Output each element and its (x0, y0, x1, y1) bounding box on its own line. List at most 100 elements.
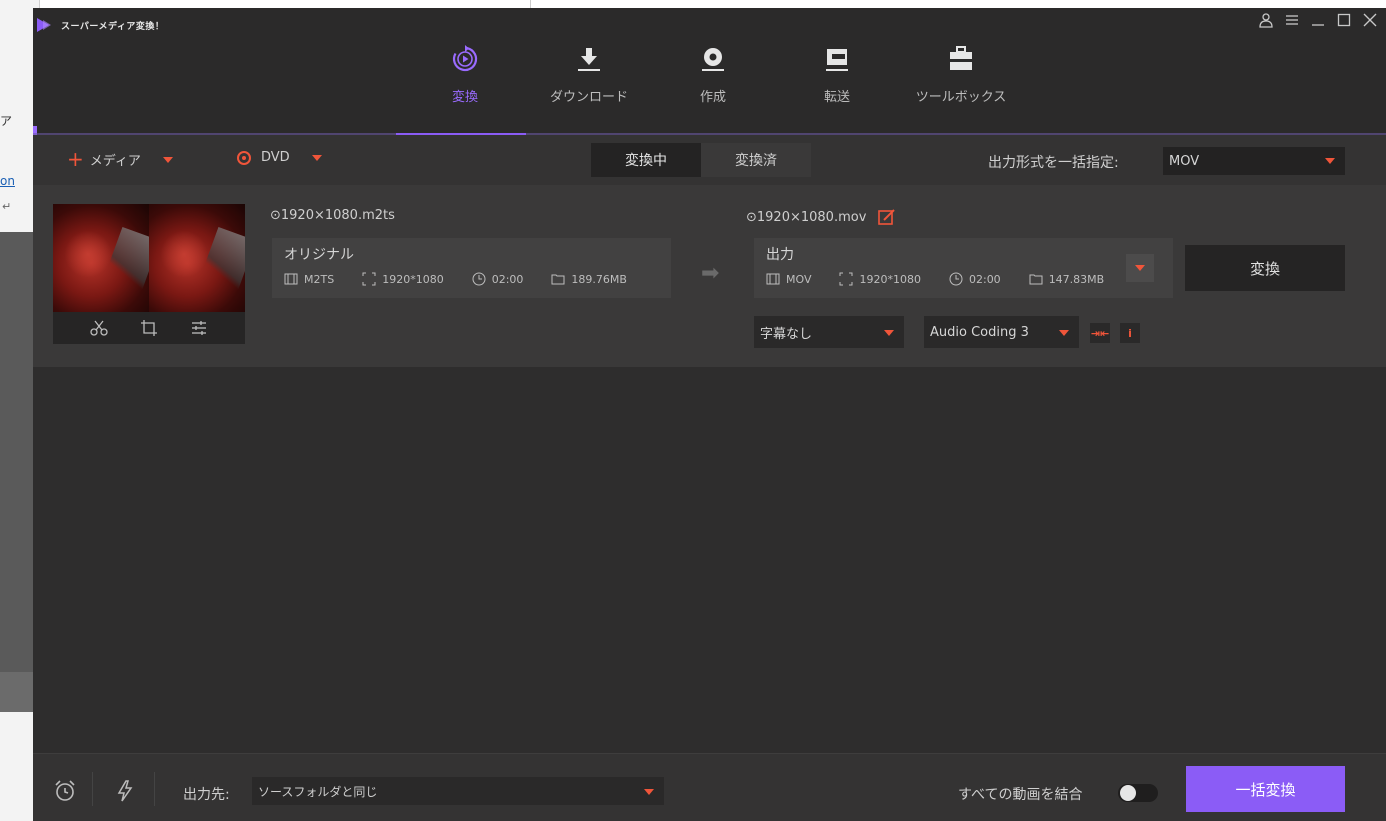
chevron-down-icon (1059, 330, 1069, 336)
subtitle-select[interactable]: 字幕なし (754, 316, 904, 348)
source-size: 189.76MB (551, 272, 627, 286)
output-filename-text: ⊙1920×1080.mov (746, 209, 867, 225)
app-window: スーパーメディア変換！ 変換 ダウンロード 作成 転送 ツールボックス + メデ… (33, 8, 1386, 821)
chevron-down-icon (644, 789, 654, 795)
info-icon[interactable]: i (1120, 323, 1140, 343)
tab-burn[interactable]: 作成 (651, 42, 775, 132)
batch-convert-button[interactable]: 一括変換 (1186, 766, 1345, 812)
lightning-icon[interactable] (113, 779, 137, 803)
background-panel (0, 232, 36, 672)
window-controls (1256, 10, 1380, 30)
output-format: MOV (766, 272, 811, 286)
dvd-button[interactable]: DVD (237, 150, 322, 165)
chevron-down-icon (884, 330, 894, 336)
background-topbar (40, 0, 1386, 8)
background-panel-2 (0, 672, 36, 712)
resolution-icon (839, 272, 853, 286)
film-icon (766, 273, 780, 285)
merge-all-toggle[interactable] (1118, 784, 1158, 802)
output-format-label: 出力形式を一括指定: (988, 155, 1119, 171)
tab-toolbox-label: ツールボックス (915, 90, 1007, 105)
plus-icon: + (67, 147, 84, 171)
tab-download[interactable]: ダウンロード (527, 42, 651, 132)
background-text: ア (0, 114, 13, 128)
tab-transfer[interactable]: 転送 (775, 42, 899, 132)
account-icon[interactable] (1256, 10, 1276, 30)
folder-icon (1029, 274, 1043, 285)
bottom-divider (154, 772, 155, 806)
cut-icon[interactable] (89, 318, 109, 338)
chevron-down-icon (311, 154, 322, 161)
play-logo-icon (37, 18, 51, 32)
tab-burn-label: 作成 (699, 90, 726, 105)
tab-converting[interactable]: 変換中 (591, 143, 701, 177)
maximize-icon[interactable] (1334, 10, 1354, 30)
source-duration: 02:00 (472, 272, 523, 286)
minimize-icon[interactable] (1308, 10, 1328, 30)
audio-track-select[interactable]: Audio Coding 3 (924, 316, 1079, 348)
tab-converted[interactable]: 変換済 (701, 143, 811, 177)
output-format-value: MOV (1169, 153, 1200, 169)
source-size-value: 189.76MB (571, 272, 627, 286)
thumbnail-left (53, 204, 149, 312)
dvd-label: DVD (261, 150, 290, 165)
bottom-divider (92, 772, 93, 806)
effects-icon[interactable] (189, 318, 209, 338)
edit-icon[interactable] (878, 208, 896, 226)
toggle-knob (1120, 785, 1136, 801)
tab-toolbox[interactable]: ツールボックス (899, 42, 1023, 132)
thumbnail-right (149, 204, 245, 312)
resolution-icon (362, 272, 376, 286)
audio-track-value: Audio Coding 3 (930, 324, 1029, 340)
video-thumbnail[interactable] (53, 204, 245, 312)
file-list-empty-area (33, 367, 1386, 753)
output-size-value: 147.83MB (1048, 272, 1105, 286)
add-media-button[interactable]: + メディア (67, 147, 173, 171)
folder-icon (551, 274, 565, 285)
tab-convert[interactable]: 変換 (403, 42, 527, 132)
app-header: スーパーメディア変換！ 変換 ダウンロード 作成 転送 ツールボックス (33, 8, 1386, 136)
output-settings-dropdown[interactable] (1126, 254, 1154, 282)
source-title: オリジナル (284, 247, 354, 263)
output-resolution-value: 1920*1080 (859, 272, 921, 286)
thumbnail-tools (53, 312, 245, 344)
source-filename: ⊙1920×1080.m2ts (270, 208, 395, 223)
chevron-down-icon (1325, 158, 1335, 164)
convert-icon (448, 42, 482, 76)
convert-button[interactable]: 変換 (1185, 245, 1345, 291)
tab-download-label: ダウンロード (549, 90, 628, 105)
source-format-value: M2TS (304, 272, 335, 286)
output-meta: MOV 1920*1080 02:00 147.83MB (766, 272, 1132, 286)
chevron-down-icon (162, 156, 173, 163)
status-tabs: 変換中 変換済 (591, 143, 811, 177)
output-duration-value: 02:00 (968, 272, 1001, 286)
background-divider (530, 0, 531, 8)
tab-transfer-label: 転送 (823, 90, 850, 105)
output-format-select[interactable]: MOV (1163, 147, 1345, 175)
disc-icon (237, 150, 251, 165)
tab-convert-label: 変換 (451, 90, 478, 105)
source-format: M2TS (284, 272, 334, 286)
output-location-select[interactable]: ソースフォルダと同じ (252, 777, 664, 805)
output-info-box: 出力 MOV 1920*1080 02:00 147.83MB (754, 238, 1173, 298)
output-filename: ⊙1920×1080.mov (746, 208, 896, 226)
toolbox-icon (944, 42, 978, 76)
close-icon[interactable] (1360, 10, 1380, 30)
arrow-right-icon: ➡ (701, 261, 720, 286)
merge-all-label: すべての動画を結合 (958, 787, 1083, 803)
burn-icon (696, 42, 730, 76)
bottom-bar: 出力先: ソースフォルダと同じ すべての動画を結合 一括変換 (33, 753, 1386, 821)
output-size: 147.83MB (1029, 272, 1105, 286)
transfer-icon (820, 42, 854, 76)
subtitle-value: 字幕なし (760, 326, 813, 342)
output-title: 出力 (766, 247, 794, 263)
menu-icon[interactable] (1282, 10, 1302, 30)
output-location-label: 出力先: (183, 787, 230, 803)
crop-icon[interactable] (139, 318, 159, 338)
output-duration: 02:00 (949, 272, 1001, 286)
clock-icon (472, 272, 486, 286)
app-logo: スーパーメディア変換！ (37, 18, 164, 32)
alarm-clock-icon[interactable] (53, 779, 77, 803)
merge-audio-icon[interactable]: ⇥⇤ (1090, 323, 1110, 343)
output-format-value: MOV (786, 272, 812, 286)
